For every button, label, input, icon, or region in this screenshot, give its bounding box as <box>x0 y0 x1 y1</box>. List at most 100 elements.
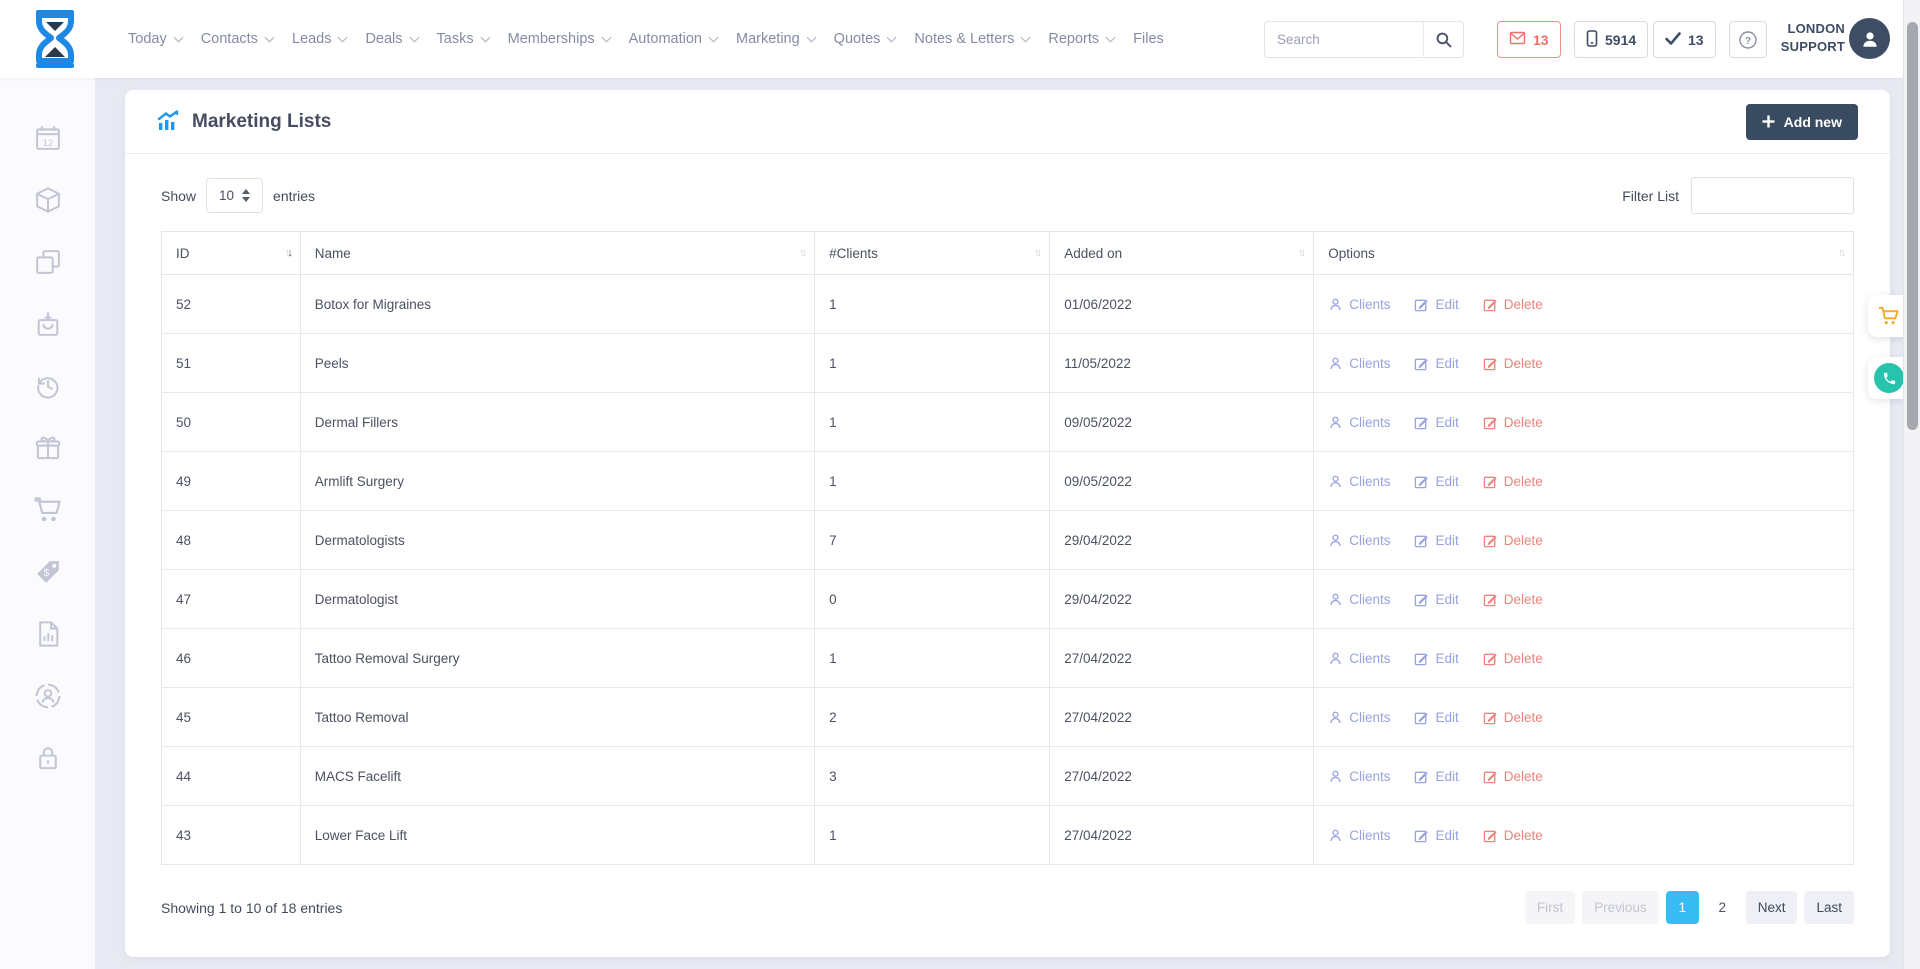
nav-item-leads[interactable]: Leads <box>292 31 347 47</box>
action-label: Delete <box>1504 533 1543 548</box>
page-button-last[interactable]: Last <box>1804 891 1854 924</box>
delete-action-link[interactable]: Delete <box>1483 592 1543 607</box>
app-logo-hourglass-icon[interactable] <box>26 8 84 70</box>
clients-action-link[interactable]: Clients <box>1328 297 1390 312</box>
cell-clients: 1 <box>815 334 1050 393</box>
cart-icon <box>1877 305 1901 327</box>
clients-action-link[interactable]: Clients <box>1328 769 1390 784</box>
nav-item-label: Marketing <box>736 31 800 47</box>
history-icon[interactable] <box>34 372 62 400</box>
edit-action-link[interactable]: Edit <box>1414 710 1458 725</box>
phone-badge[interactable]: 5914 <box>1574 21 1648 58</box>
table-row: 45Tattoo Removal227/04/2022ClientsEditDe… <box>162 688 1854 747</box>
column-header-options[interactable]: Options ↑↓ <box>1314 232 1854 275</box>
action-label: Edit <box>1435 769 1458 784</box>
avatar[interactable] <box>1849 18 1890 59</box>
search-icon[interactable] <box>1423 22 1463 57</box>
clients-action-link[interactable]: Clients <box>1328 651 1390 666</box>
svg-text:$: $ <box>43 568 49 579</box>
delete-action-link[interactable]: Delete <box>1483 297 1543 312</box>
edit-action-link[interactable]: Edit <box>1414 769 1458 784</box>
delete-action-link[interactable]: Delete <box>1483 356 1543 371</box>
table-row: 50Dermal Fillers109/05/2022ClientsEditDe… <box>162 393 1854 452</box>
edit-icon <box>1414 356 1429 371</box>
sort-icon: ↑↓ <box>1838 247 1843 259</box>
nav-item-deals[interactable]: Deals <box>365 31 417 47</box>
package-icon[interactable] <box>34 186 62 214</box>
page-size-select[interactable]: 10 <box>206 178 263 213</box>
nav-item-marketing[interactable]: Marketing <box>736 31 815 47</box>
nav-item-contacts[interactable]: Contacts <box>201 31 273 47</box>
scrollbar-thumb[interactable] <box>1907 22 1918 430</box>
edit-action-link[interactable]: Edit <box>1414 592 1458 607</box>
edit-action-link[interactable]: Edit <box>1414 415 1458 430</box>
delete-icon <box>1483 297 1498 312</box>
column-header-added-on[interactable]: Added on ↑↓ <box>1050 232 1314 275</box>
edit-action-link[interactable]: Edit <box>1414 297 1458 312</box>
chevron-down-icon <box>1106 32 1116 42</box>
nav-item-tasks[interactable]: Tasks <box>437 31 489 47</box>
cell-id: 44 <box>162 747 301 806</box>
edit-action-link[interactable]: Edit <box>1414 356 1458 371</box>
shopping-bag-icon[interactable] <box>34 310 62 338</box>
nav-item-memberships[interactable]: Memberships <box>508 31 610 47</box>
cart-icon[interactable] <box>34 496 62 524</box>
cell-options: Clients Edit Delete <box>1314 511 1854 570</box>
edit-action-link[interactable]: Edit <box>1414 474 1458 489</box>
clients-action-link[interactable]: Clients <box>1328 828 1390 843</box>
filter-input[interactable] <box>1691 177 1854 214</box>
column-header-id[interactable]: ID ↑↓ <box>162 232 301 275</box>
add-new-button[interactable]: Add new <box>1746 104 1858 140</box>
clients-action-link[interactable]: Clients <box>1328 710 1390 725</box>
mail-badge[interactable]: 13 <box>1497 21 1561 58</box>
person-icon <box>1328 356 1343 371</box>
tasks-badge[interactable]: 13 <box>1653 21 1716 58</box>
page-button-previous[interactable]: Previous <box>1582 891 1659 924</box>
report-icon[interactable] <box>34 620 62 648</box>
page-button-next[interactable]: Next <box>1746 891 1798 924</box>
clients-action-link[interactable]: Clients <box>1328 415 1390 430</box>
nav-item-automation[interactable]: Automation <box>629 31 717 47</box>
chevron-down-icon <box>709 32 719 42</box>
nav-item-notes-letters[interactable]: Notes & Letters <box>914 31 1029 47</box>
nav-item-today[interactable]: Today <box>128 31 182 47</box>
delete-icon <box>1483 828 1498 843</box>
action-label: Edit <box>1435 297 1458 312</box>
column-header-clients[interactable]: #Clients ↑↓ <box>815 232 1050 275</box>
delete-action-link[interactable]: Delete <box>1483 710 1543 725</box>
copy-icon[interactable] <box>34 248 62 276</box>
delete-action-link[interactable]: Delete <box>1483 769 1543 784</box>
table-row: 52Botox for Migraines101/06/2022ClientsE… <box>162 275 1854 334</box>
page-button-first[interactable]: First <box>1525 891 1575 924</box>
price-tag-icon[interactable]: $ <box>34 558 62 586</box>
nav-item-files[interactable]: Files <box>1133 31 1164 47</box>
column-header-name[interactable]: Name ↑↓ <box>300 232 814 275</box>
lock-icon[interactable] <box>34 744 62 772</box>
search-input[interactable] <box>1265 32 1423 47</box>
delete-icon <box>1483 710 1498 725</box>
delete-action-link[interactable]: Delete <box>1483 474 1543 489</box>
nav-item-quotes[interactable]: Quotes <box>834 31 896 47</box>
clients-action-link[interactable]: Clients <box>1328 356 1390 371</box>
cell-name: MACS Facelift <box>300 747 814 806</box>
page-scrollbar[interactable] <box>1903 0 1920 969</box>
delete-action-link[interactable]: Delete <box>1483 533 1543 548</box>
page-button-2[interactable]: 2 <box>1706 891 1739 924</box>
clients-action-link[interactable]: Clients <box>1328 592 1390 607</box>
delete-action-link[interactable]: Delete <box>1483 415 1543 430</box>
calendar-icon[interactable]: 12 <box>34 124 62 152</box>
nav-item-reports[interactable]: Reports <box>1048 31 1114 47</box>
edit-action-link[interactable]: Edit <box>1414 533 1458 548</box>
checkmark-icon <box>1665 32 1681 48</box>
clients-action-link[interactable]: Clients <box>1328 474 1390 489</box>
delete-action-link[interactable]: Delete <box>1483 651 1543 666</box>
cell-id: 50 <box>162 393 301 452</box>
delete-action-link[interactable]: Delete <box>1483 828 1543 843</box>
clients-action-link[interactable]: Clients <box>1328 533 1390 548</box>
help-button[interactable]: ? <box>1729 21 1767 58</box>
page-button-1[interactable]: 1 <box>1666 891 1699 924</box>
gift-icon[interactable] <box>34 434 62 462</box>
edit-action-link[interactable]: Edit <box>1414 651 1458 666</box>
edit-action-link[interactable]: Edit <box>1414 828 1458 843</box>
account-icon[interactable] <box>34 682 62 710</box>
